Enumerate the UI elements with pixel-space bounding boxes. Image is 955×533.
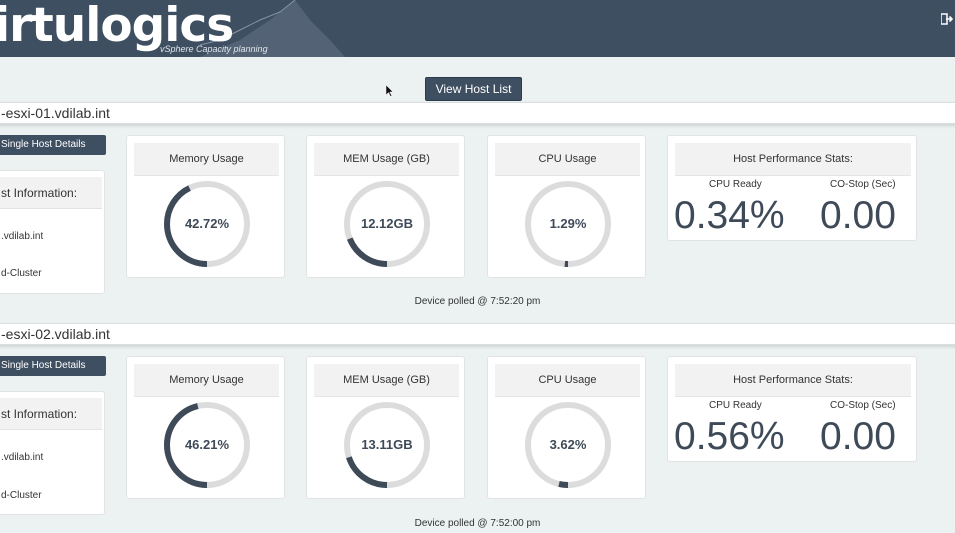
cpu-ready-value: 0.34% [674, 194, 785, 237]
mem-gb-value: 12.12GB [360, 216, 414, 231]
host-performance-card: Host Performance Stats: CPU Ready CO-Sto… [667, 356, 917, 462]
mem-gb-card: MEM Usage (GB) 13.11GB [306, 356, 465, 499]
device-polled-status: Device polled @ 7:52:20 pm [414, 296, 541, 307]
mem-gb-card: MEM Usage (GB) 12.12GB [306, 135, 465, 278]
mouse-cursor-icon [386, 85, 394, 97]
mem-gb-title: MEM Usage (GB) [314, 364, 459, 397]
co-stop-label: CO-Stop (Sec) [830, 400, 896, 411]
host-cluster: d-Cluster [1, 490, 42, 501]
memory-usage-card: Memory Usage 42.72% [126, 135, 285, 278]
single-host-details-button[interactable]: Single Host Details [0, 356, 106, 376]
host-domain: .vdilab.int [1, 231, 44, 242]
cpu-usage-gauge: 3.62% [524, 401, 612, 489]
memory-usage-value: 42.72% [184, 216, 230, 231]
memory-usage-title: Memory Usage [134, 364, 279, 397]
mem-gb-title: MEM Usage (GB) [314, 143, 459, 176]
cpu-usage-title: CPU Usage [495, 364, 640, 397]
host-performance-card: Host Performance Stats: CPU Ready CO-Sto… [667, 135, 917, 241]
mem-gb-gauge: 12.12GB [343, 180, 431, 268]
app-header: irtulogics vSphere Capacity planning [0, 0, 955, 57]
host-title-bar: -esxi-01.vdilab.int [0, 102, 955, 124]
single-host-details-button[interactable]: Single Host Details [0, 135, 106, 155]
host-title-bar: -esxi-02.vdilab.int [0, 323, 955, 345]
host-information-card: st Information: .vdilab.int d-Cluster [0, 391, 105, 515]
host-performance-title: Host Performance Stats: [675, 364, 911, 397]
host-performance-title: Host Performance Stats: [675, 143, 911, 176]
memory-usage-card: Memory Usage 46.21% [126, 356, 285, 499]
co-stop-value: 0.00 [820, 415, 896, 458]
host-information-card: st Information: .vdilab.int d-Cluster [0, 170, 105, 294]
view-host-list-button[interactable]: View Host List [425, 77, 522, 101]
co-stop-label: CO-Stop (Sec) [830, 179, 896, 190]
cpu-usage-card: CPU Usage 1.29% [487, 135, 646, 278]
cpu-usage-title: CPU Usage [495, 143, 640, 176]
sign-out-icon[interactable] [941, 13, 953, 25]
cpu-ready-label: CPU Ready [709, 400, 762, 411]
device-polled-status: Device polled @ 7:52:00 pm [414, 518, 541, 529]
memory-usage-value: 46.21% [184, 437, 230, 452]
cpu-usage-gauge: 1.29% [524, 180, 612, 268]
co-stop-value: 0.00 [820, 194, 896, 237]
cpu-usage-card: CPU Usage 3.62% [487, 356, 646, 499]
memory-usage-gauge: 42.72% [163, 180, 251, 268]
host-information-title: st Information: [0, 398, 102, 430]
app-tagline: vSphere Capacity planning [160, 44, 268, 54]
cpu-usage-value: 3.62% [549, 437, 587, 452]
cpu-ready-label: CPU Ready [709, 179, 762, 190]
memory-usage-title: Memory Usage [134, 143, 279, 176]
mem-gb-value: 13.11GB [361, 437, 413, 452]
host-cluster: d-Cluster [1, 268, 42, 279]
cpu-usage-value: 1.29% [549, 216, 587, 231]
cpu-ready-value: 0.56% [674, 415, 785, 458]
host-domain: .vdilab.int [1, 452, 44, 463]
memory-usage-gauge: 46.21% [163, 401, 251, 489]
host-information-title: st Information: [0, 177, 102, 209]
mem-gb-gauge: 13.11GB [343, 401, 431, 489]
